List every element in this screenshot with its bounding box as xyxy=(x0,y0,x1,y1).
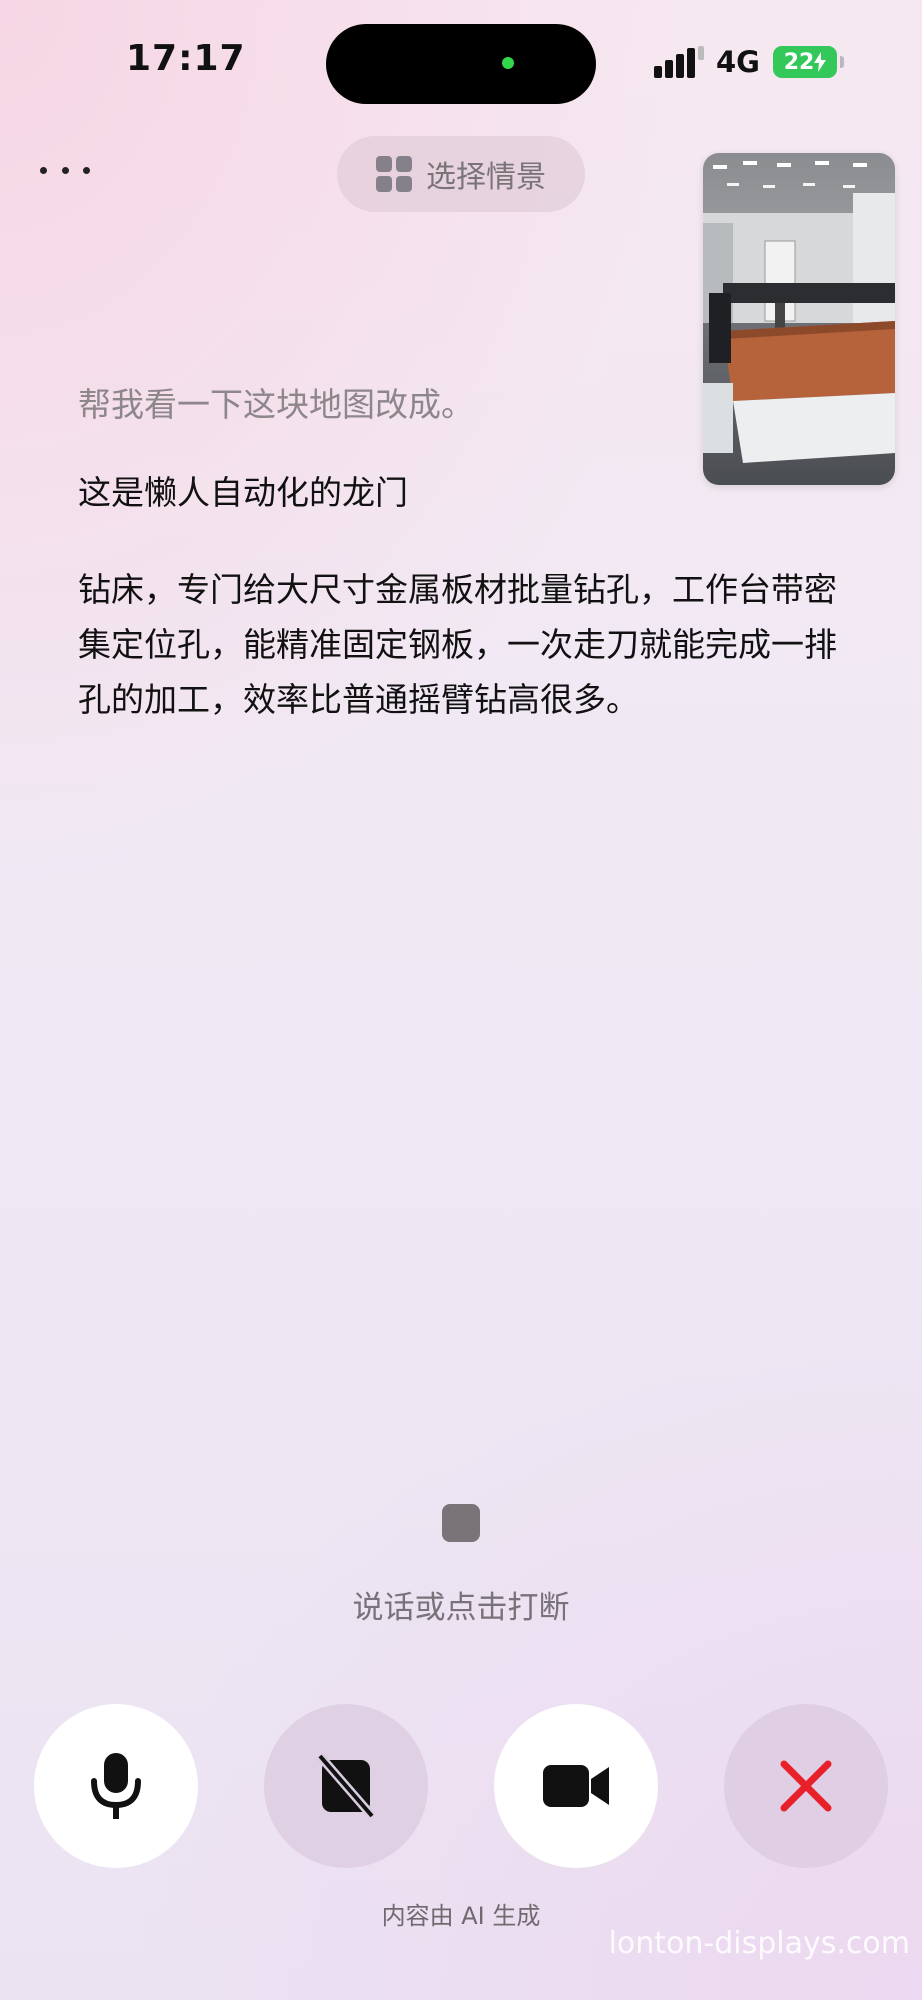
battery-cap xyxy=(840,56,844,68)
dynamic-island xyxy=(326,24,596,104)
video-camera-icon xyxy=(543,1765,609,1807)
grid-cell xyxy=(376,176,392,192)
more-options-button[interactable] xyxy=(40,150,90,190)
more-dot xyxy=(61,166,69,174)
grid-cell xyxy=(396,156,412,172)
watermark: lonton-displays.com xyxy=(608,1926,910,1961)
ai-message-line: 这是懒人自动化的龙门 xyxy=(78,473,408,512)
more-dots-icon xyxy=(40,166,47,174)
camera-button[interactable] xyxy=(494,1704,658,1868)
select-scene-label: 选择情景 xyxy=(426,160,546,195)
camera-preview[interactable] xyxy=(703,153,895,485)
grid-cell xyxy=(376,156,392,172)
more-dot xyxy=(83,166,90,174)
close-button[interactable] xyxy=(724,1704,888,1868)
ai-message-paragraph: 钻床，专门给大尺寸金属板材批量钻孔，工作台带密集定位孔，能精准固定钢板，一次走刀… xyxy=(78,570,837,719)
signal-strength-icon xyxy=(654,46,704,78)
select-scene-button[interactable]: 选择情景 xyxy=(337,136,585,212)
microphone-icon xyxy=(91,1753,141,1819)
status-time: 17:17 xyxy=(126,38,246,79)
camera-feed-image xyxy=(703,153,895,485)
screen-off-icon xyxy=(316,1754,376,1818)
grid-icon xyxy=(376,156,412,192)
stop-square-icon[interactable] xyxy=(442,1504,480,1542)
user-message: 帮我看一下这块地图改成。 xyxy=(78,385,474,424)
microphone-button[interactable] xyxy=(34,1704,198,1868)
grid-cell xyxy=(396,176,412,192)
camera-indicator-dot xyxy=(502,57,514,69)
battery-level: 22 xyxy=(773,46,837,78)
close-icon xyxy=(780,1760,832,1812)
network-type: 4G xyxy=(716,45,760,79)
charging-bolt-icon xyxy=(814,52,827,72)
interrupt-hint: 说话或点击打断 xyxy=(352,1590,570,1626)
battery-percent: 22 xyxy=(783,49,815,75)
screen-share-off-button[interactable] xyxy=(264,1704,428,1868)
